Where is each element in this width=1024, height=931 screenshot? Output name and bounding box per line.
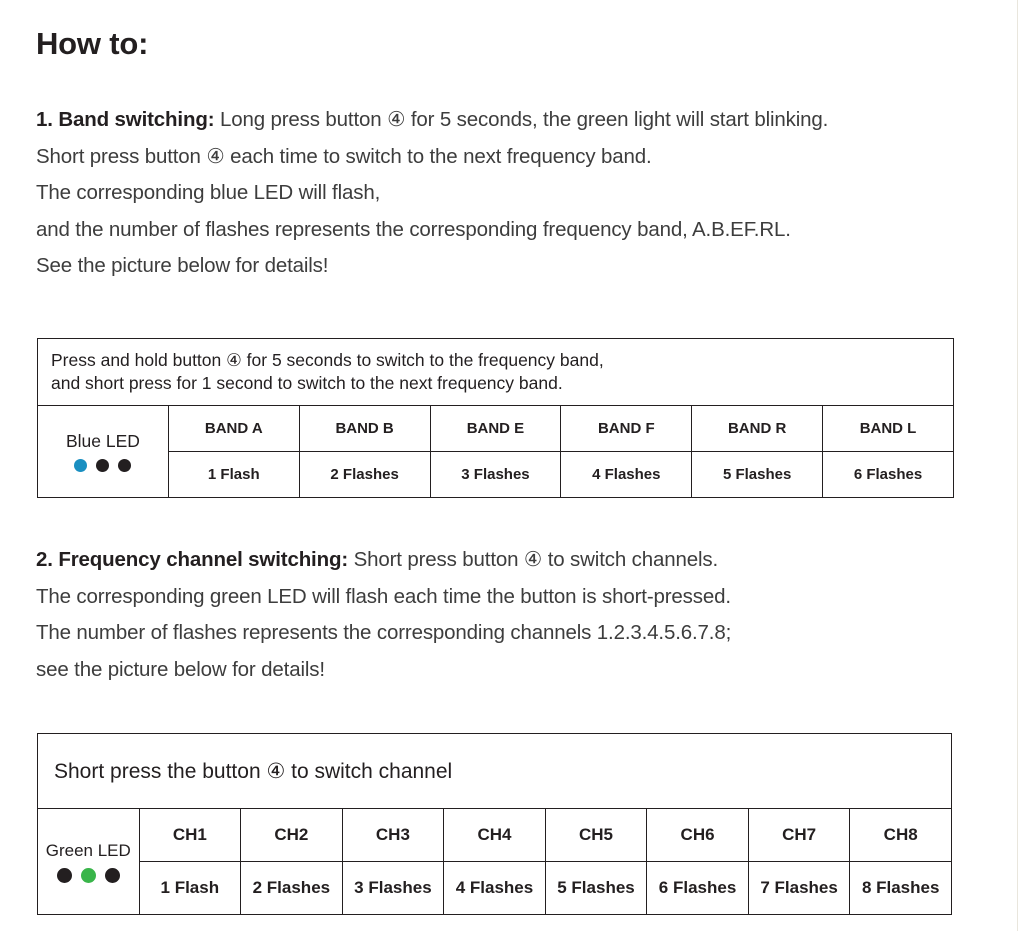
band-table-title-line-2: and short press for 1 second to switch t… [51, 373, 563, 393]
band-table-title-line-1: Press and hold button ④ for 5 seconds to… [51, 350, 604, 370]
band-header-cell: BAND B [298, 405, 431, 452]
blue-led-dots [74, 459, 132, 472]
green-led-dots [56, 867, 120, 883]
band-switching-table: Press and hold button ④ for 5 seconds to… [37, 338, 954, 498]
led-dot-off-icon [96, 459, 110, 472]
channel-flash-cell: 6 Flashes [646, 861, 749, 915]
channel-table-title-cell: Short press the button ④ to switch chann… [37, 733, 952, 809]
channel-header-cell: CH7 [747, 808, 851, 862]
channel-header-cell: CH5 [544, 808, 648, 862]
paragraph-line-text: Short press button ④ to switch channels. [348, 548, 719, 571]
table-row: Green LED CH1 CH2 CH3 CH4 CH5 CH6 CH7 CH… [37, 808, 952, 915]
channel-flash-cell: 4 Flashes [443, 861, 546, 915]
band-header-cell: BAND L [822, 405, 954, 452]
paragraph-lead-in: 1. Band switching: [36, 108, 215, 131]
band-flash-cell: 3 Flashes [429, 451, 562, 498]
led-dot-on-icon [80, 867, 96, 883]
channel-header-cell: CH1 [138, 808, 242, 862]
channel-flash-cell: 5 Flashes [544, 861, 648, 915]
paragraph-line-text: Long press button ④ for 5 seconds, the g… [214, 108, 829, 131]
paragraph-line: 2. Frequency channel switching: Short pr… [36, 542, 731, 579]
band-flash-cell: 1 Flash [167, 451, 300, 498]
green-led-label: Green LED [45, 840, 131, 860]
channel-header-cell: CH3 [341, 808, 445, 862]
led-dot-off-icon [118, 459, 132, 472]
table-row: Blue LED BAND A BAND B BAND E BAND F BAN… [37, 405, 954, 498]
paragraph-line: see the picture below for details! [36, 657, 325, 681]
band-header-cell: BAND A [167, 405, 300, 452]
page-title: How to: [36, 25, 149, 61]
channel-switching-table: Short press the button ④ to switch chann… [37, 733, 952, 915]
band-flash-cell: 4 Flashes [560, 451, 693, 498]
channel-flash-cell: 1 Flash [138, 861, 242, 915]
paragraph-line: See the picture below for details! [36, 254, 329, 277]
table-row: 1 Flash 2 Flashes 3 Flashes 4 Flashes 5 … [38, 451, 954, 498]
band-flash-cell: 5 Flashes [691, 451, 824, 498]
paragraph-line: and the number of flashes represents the… [36, 217, 791, 241]
band-flash-cell: 6 Flashes [822, 451, 954, 498]
paragraph-lead-in: 2. Frequency channel switching: [36, 548, 349, 571]
table-row-title: Press and hold button ④ for 5 seconds to… [37, 338, 954, 406]
channel-header-cell: CH8 [849, 808, 952, 862]
band-header-cell: BAND F [560, 405, 693, 452]
paragraph-frequency-channel-switching: 2. Frequency channel switching: Short pr… [36, 542, 731, 688]
paragraph-line: Short press button ④ each time to switch… [36, 144, 652, 168]
paragraph-line: 1. Band switching: Long press button ④ f… [36, 102, 828, 139]
band-flash-cell: 2 Flashes [298, 451, 431, 498]
channel-header-cell: CH4 [443, 808, 546, 862]
green-led-cell: Green LED [37, 808, 140, 915]
led-dot-on-icon [74, 459, 88, 472]
led-dot-off-icon [104, 867, 120, 883]
channel-flash-cell: 3 Flashes [341, 861, 445, 915]
channel-header-cell: CH6 [646, 808, 749, 862]
band-header-cell: BAND E [429, 405, 562, 452]
blue-led-cell: Blue LED [37, 405, 169, 498]
channel-header-cell: CH2 [240, 808, 343, 862]
document-page: How to: 1. Band switching: Long press bu… [0, 0, 1024, 931]
channel-flash-cell: 7 Flashes [747, 861, 851, 915]
led-dot-off-icon [56, 867, 72, 883]
table-row: 1 Flash 2 Flashes 3 Flashes 4 Flashes 5 … [38, 861, 952, 915]
paragraph-line: The corresponding blue LED will flash, [36, 181, 381, 204]
blue-led-label: Blue LED [65, 431, 140, 451]
band-table-title-cell: Press and hold button ④ for 5 seconds to… [37, 338, 954, 406]
paragraph-line: The corresponding green LED will flash e… [36, 584, 731, 608]
band-header-cell: BAND R [691, 405, 824, 452]
page-right-rule [1017, 0, 1018, 931]
table-row-title: Short press the button ④ to switch chann… [37, 733, 952, 809]
channel-flash-cell: 2 Flashes [240, 861, 343, 915]
channel-flash-cell: 8 Flashes [849, 861, 952, 915]
paragraph-line: The number of flashes represents the cor… [36, 621, 732, 644]
paragraph-band-switching: 1. Band switching: Long press button ④ f… [36, 102, 828, 285]
